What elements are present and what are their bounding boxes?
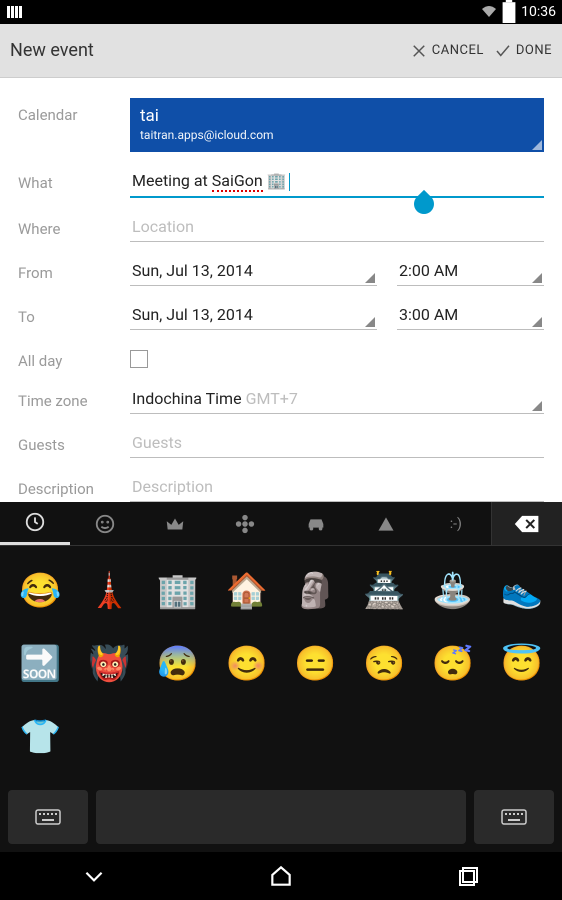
location-input[interactable]: Location: [130, 212, 544, 242]
emoji-tab-nature[interactable]: [210, 502, 280, 545]
event-title-input[interactable]: Meeting at SaiGon 🏢: [130, 166, 544, 198]
to-label: To: [18, 300, 130, 326]
emoji-key[interactable]: 😴: [425, 639, 481, 689]
text-smiley-icon: :-): [450, 516, 462, 532]
to-date-picker[interactable]: Sun, Jul 13, 2014: [130, 300, 377, 330]
home-outline-icon: [268, 863, 294, 889]
signal-bars-icon: [6, 4, 22, 20]
car-icon: [305, 513, 327, 535]
calendar-name: tai: [140, 106, 534, 126]
from-time-picker[interactable]: 2:00 AM: [397, 256, 544, 286]
from-date-picker[interactable]: Sun, Jul 13, 2014: [130, 256, 377, 286]
description-input[interactable]: Description: [130, 472, 544, 502]
guests-label: Guests: [18, 428, 130, 454]
emoji-key[interactable]: 🏢: [150, 566, 206, 616]
dropdown-indicator-icon: [532, 401, 542, 411]
emoji-tab-faces[interactable]: [70, 502, 140, 545]
triangle-icon: [376, 514, 396, 534]
calendar-selector[interactable]: tai taitran.apps@icloud.com: [130, 98, 544, 152]
switch-keyboard-key-right[interactable]: [474, 790, 554, 844]
wifi-icon: [481, 4, 497, 20]
guests-input[interactable]: Guests: [130, 428, 544, 458]
chevron-down-icon: [81, 863, 107, 889]
android-status-bar: 10:36: [0, 0, 562, 24]
check-icon: [494, 42, 512, 60]
nav-back-button[interactable]: [54, 860, 134, 892]
emoji-key[interactable]: 😒: [356, 639, 412, 689]
emoji-key[interactable]: 😇: [494, 639, 550, 689]
close-icon: [410, 42, 428, 60]
nav-recent-button[interactable]: [428, 860, 508, 892]
allday-checkbox[interactable]: [130, 350, 148, 368]
dropdown-indicator-icon: [365, 273, 375, 283]
android-nav-bar: [0, 852, 562, 900]
emoji-key[interactable]: 🗿: [287, 566, 343, 616]
page-title: New event: [10, 40, 94, 61]
emoji-key[interactable]: 🔜: [12, 639, 68, 689]
timezone-label: Time zone: [18, 384, 130, 410]
timezone-selector[interactable]: Indochina TimeGMT+7: [130, 384, 544, 414]
dropdown-indicator-icon: [532, 273, 542, 283]
recent-apps-icon: [456, 864, 480, 888]
clock-icon: [24, 511, 46, 533]
smiley-icon: [94, 513, 116, 535]
dropdown-indicator-icon: [365, 317, 375, 327]
dropdown-indicator-icon: [532, 317, 542, 327]
description-label: Description: [18, 472, 130, 498]
event-form: Calendar tai taitran.apps@icloud.com Wha…: [0, 78, 562, 502]
emoji-key[interactable]: 🏯: [356, 566, 412, 616]
emoji-key[interactable]: 😊: [219, 639, 275, 689]
emoji-key[interactable]: 🏠: [219, 566, 275, 616]
from-label: From: [18, 256, 130, 282]
calendar-email: taitran.apps@icloud.com: [140, 128, 534, 142]
emoji-tab-symbols[interactable]: [351, 502, 421, 545]
keyboard-icon: [34, 807, 62, 827]
keyboard-bottom-row: [0, 782, 562, 852]
text-cursor: [289, 173, 290, 191]
spacebar-key[interactable]: [96, 790, 466, 844]
backspace-key[interactable]: [491, 502, 562, 545]
allday-label: All day: [18, 344, 130, 370]
where-label: Where: [18, 212, 130, 238]
emoji-key[interactable]: 🗼: [81, 566, 137, 616]
nav-home-button[interactable]: [241, 860, 321, 892]
emoji-key[interactable]: 😂: [12, 566, 68, 616]
status-time: 10:36: [521, 4, 556, 20]
emoji-key[interactable]: 😑: [287, 639, 343, 689]
cancel-button[interactable]: CANCEL: [410, 42, 484, 60]
building-emoji-icon: 🏢: [267, 171, 287, 190]
app-title-bar: New event CANCEL DONE: [0, 24, 562, 78]
emoji-grid: 😂 🗼 🏢 🏠 🗿 🏯 ⛲ 👟 🔜 👹 😰 😊 😑 😒 😴 😇 👕: [0, 546, 562, 782]
flower-icon: [234, 513, 256, 535]
emoji-key[interactable]: ⛲: [425, 566, 481, 616]
keyboard-icon: [500, 807, 528, 827]
emoji-tab-places[interactable]: [281, 502, 351, 545]
calendar-label: Calendar: [18, 98, 130, 124]
emoji-tab-recent[interactable]: [0, 502, 70, 545]
emoji-key[interactable]: 😰: [150, 639, 206, 689]
to-time-picker[interactable]: 3:00 AM: [397, 300, 544, 330]
crown-icon: [164, 513, 186, 535]
emoji-tab-objects[interactable]: [140, 502, 210, 545]
what-label: What: [18, 166, 130, 192]
done-button[interactable]: DONE: [494, 42, 552, 60]
dropdown-indicator-icon: [532, 140, 542, 150]
emoji-key[interactable]: 👟: [494, 566, 550, 616]
switch-keyboard-key[interactable]: [8, 790, 88, 844]
done-label: DONE: [516, 43, 552, 58]
emoji-category-tabs: :-): [0, 502, 562, 546]
emoji-key[interactable]: 👕: [12, 712, 68, 762]
cancel-label: CANCEL: [432, 43, 484, 58]
backspace-icon: [514, 514, 540, 534]
emoji-keyboard: :-) 😂 🗼 🏢 🏠 🗿 🏯 ⛲ 👟 🔜 👹 😰 😊 😑 😒 😴 😇 👕: [0, 502, 562, 852]
emoji-tab-text[interactable]: :-): [421, 502, 491, 545]
emoji-key[interactable]: 👹: [81, 639, 137, 689]
battery-icon: [501, 4, 517, 20]
